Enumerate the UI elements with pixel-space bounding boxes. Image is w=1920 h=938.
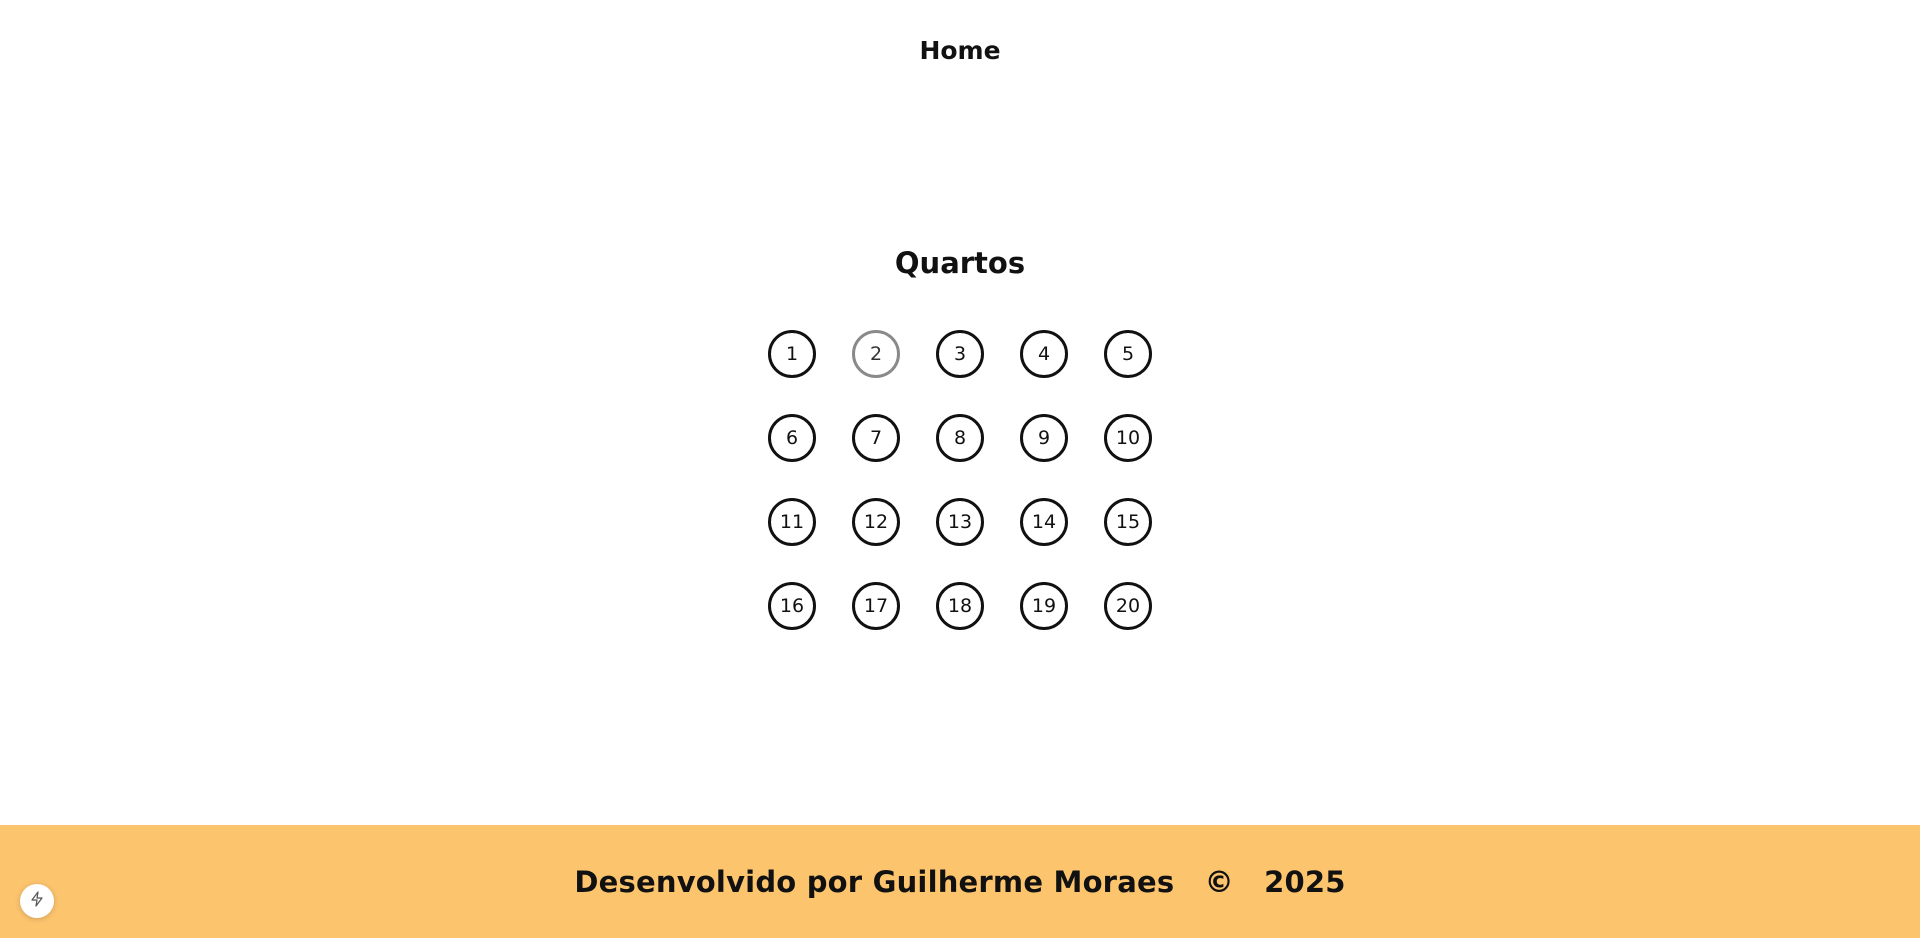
rooms-grid: 1 2 3 4 5 6 7 8 9 10 11 12 13 14 15 16 1… [768,330,1152,630]
room-button-11[interactable]: 11 [768,498,816,546]
room-button-1[interactable]: 1 [768,330,816,378]
footer: Desenvolvido por Guilherme Moraes © 2025 [0,825,1920,938]
footer-year: 2025 [1264,864,1346,899]
room-button-9[interactable]: 9 [1020,414,1068,462]
room-button-13[interactable]: 13 [936,498,984,546]
room-button-3[interactable]: 3 [936,330,984,378]
room-button-15[interactable]: 15 [1104,498,1152,546]
top-nav: Home [0,0,1920,108]
room-button-8[interactable]: 8 [936,414,984,462]
room-button-19[interactable]: 19 [1020,582,1068,630]
room-button-17[interactable]: 17 [852,582,900,630]
main-content: Quartos 1 2 3 4 5 6 7 8 9 10 11 12 13 14… [0,108,1920,824]
room-button-20[interactable]: 20 [1104,582,1152,630]
lightning-icon [29,891,45,911]
page-title: Quartos [894,246,1026,280]
room-button-10[interactable]: 10 [1104,414,1152,462]
copyright-symbol: © [1204,864,1234,899]
room-button-7[interactable]: 7 [852,414,900,462]
room-button-18[interactable]: 18 [936,582,984,630]
room-button-14[interactable]: 14 [1020,498,1068,546]
footer-credits: Desenvolvido por Guilherme Moraes © 2025 [574,865,1345,899]
room-button-2[interactable]: 2 [852,330,900,378]
room-button-5[interactable]: 5 [1104,330,1152,378]
page: Home Quartos 1 2 3 4 5 6 7 8 9 10 11 12 … [0,0,1920,938]
nav-home-link[interactable]: Home [919,36,1000,65]
floating-action-button[interactable] [20,884,54,918]
room-button-6[interactable]: 6 [768,414,816,462]
room-button-16[interactable]: 16 [768,582,816,630]
room-button-12[interactable]: 12 [852,498,900,546]
room-button-4[interactable]: 4 [1020,330,1068,378]
footer-developer-text: Desenvolvido por Guilherme Moraes [574,864,1175,899]
